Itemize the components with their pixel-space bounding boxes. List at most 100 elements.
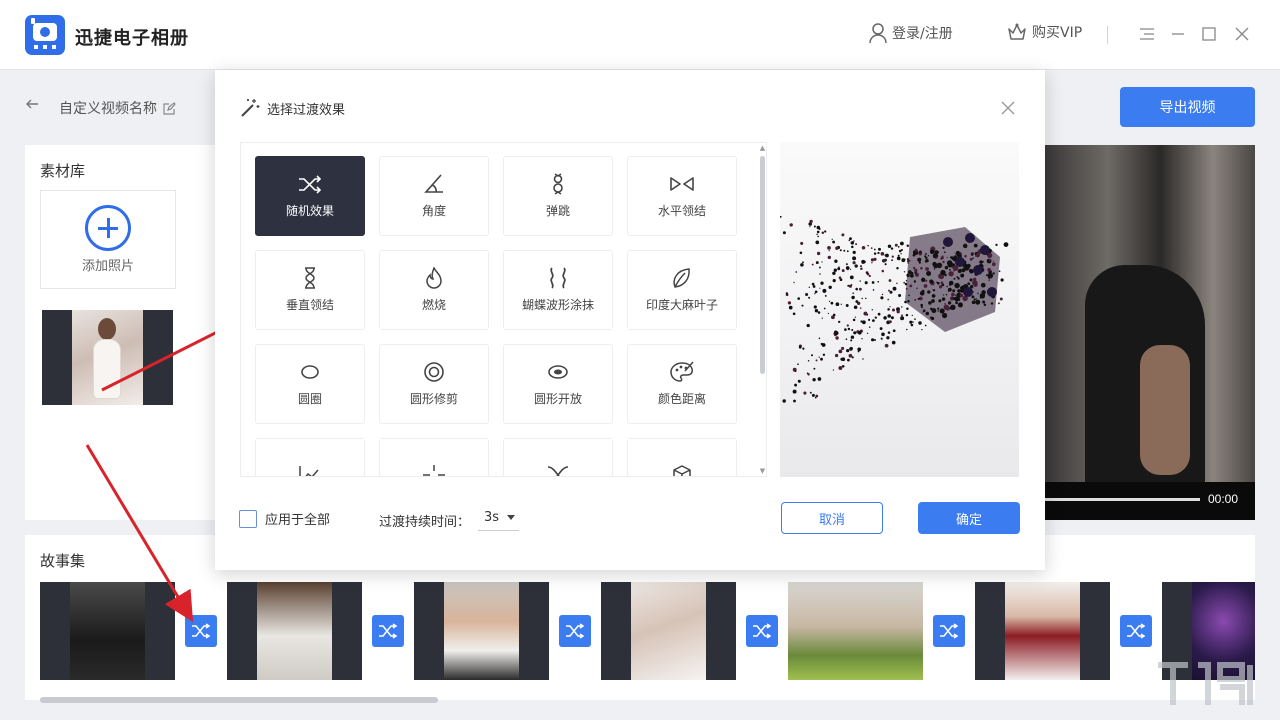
effect-label: 角度 [421,204,446,218]
photo-image [631,582,706,680]
transition-button[interactable] [1120,615,1152,647]
app-logo-icon [25,15,65,55]
effects-scrollbar[interactable]: ▲ ▼ [758,142,767,477]
effect-butterfly-wave[interactable]: 蝴蝶波形涂抹 [503,250,613,330]
photo-image [72,310,143,405]
effect-bowtie-horizontal[interactable]: 水平领结 [627,156,737,236]
back-button[interactable] [24,96,44,116]
shuffle-icon [299,175,322,194]
video-preview: 00:00 [1045,145,1255,520]
bowtie-horizontal-icon [670,177,694,191]
effect-preview [780,142,1019,477]
scroll-up-icon[interactable]: ▲ [759,144,766,152]
shuffle-icon [379,623,398,639]
transition-button[interactable] [559,615,591,647]
angle-icon [424,174,443,193]
effect-label: 颜色距离 [657,392,706,406]
effect-leaf[interactable]: 印度大麻叶子 [627,250,737,330]
effect-line-chart[interactable] [255,438,365,476]
line-chart-icon [299,465,319,476]
duration-select[interactable]: 3s [478,505,519,531]
progress-track[interactable] [1045,498,1200,501]
user-icon [869,23,887,44]
effect-bounce[interactable]: 弹跳 [503,156,613,236]
effect-circle[interactable]: 圆圈 [255,344,365,424]
circle-open-icon [548,365,568,379]
story-clip[interactable] [227,582,362,680]
scrollbar-thumb[interactable] [760,156,765,374]
horizontal-scrollbar[interactable] [0,695,1280,705]
story-clip[interactable] [601,582,736,680]
hourglass-icon [305,267,315,289]
transition-button[interactable] [372,615,404,647]
ellipse-icon [301,365,319,379]
photo-image [1005,582,1080,680]
minimize-button[interactable] [1166,22,1190,46]
edit-icon[interactable] [163,101,176,115]
video-name-field[interactable]: 自定义视频名称 [59,98,176,118]
apply-all-checkbox[interactable]: 应用于全部 [239,509,330,528]
wave-icon [550,267,566,289]
effect-circle-crop[interactable]: 圆形修剪 [379,344,489,424]
effect-circle-open[interactable]: 圆形开放 [503,344,613,424]
scroll-down-icon[interactable]: ▼ [759,467,766,475]
transition-button[interactable] [746,615,778,647]
effect-angle[interactable]: 角度 [379,156,489,236]
effect-burn[interactable]: 燃烧 [379,250,489,330]
story-clip[interactable] [975,582,1110,680]
close-icon [1001,101,1015,115]
checkbox-box[interactable] [239,509,257,528]
photo-image [788,582,923,680]
dialog-title: 选择过渡效果 [267,102,346,118]
cancel-button[interactable]: 取消 [781,502,883,534]
dialog-close-button[interactable] [998,98,1018,118]
effect-label: 圆圈 [297,392,322,406]
library-thumbnail[interactable] [42,310,173,405]
maximize-icon [1202,27,1216,41]
effect-label: 垂直领结 [285,298,334,312]
duration-value: 3s [484,510,500,525]
effect-label: 随机效果 [285,204,334,218]
shuffle-icon [566,623,585,639]
add-photo-button[interactable]: 添加照片 [40,190,176,289]
preview-arm [1140,345,1190,475]
menu-icon [1140,28,1154,40]
effect-label: 圆形开放 [533,392,582,406]
photo-image [70,582,145,680]
effect-cross-curve[interactable] [503,438,613,476]
shuffle-icon [753,623,772,639]
title-separator [1107,26,1108,44]
story-clip[interactable] [40,582,175,680]
close-window-button[interactable] [1230,22,1254,46]
confirm-button[interactable]: 确定 [918,502,1020,534]
export-video-button[interactable]: 导出视频 [1120,87,1255,127]
buy-vip-button[interactable]: 购买VIP [1006,22,1082,42]
circle-crop-icon [424,362,444,382]
chevron-down-icon [507,514,515,520]
effect-cube[interactable] [627,438,737,476]
photo-image [257,582,332,680]
transition-button[interactable] [185,615,217,647]
effect-bowtie-vertical[interactable]: 垂直领结 [255,250,365,330]
transition-button[interactable] [933,615,965,647]
effect-label: 弹跳 [545,204,570,218]
story-clip[interactable] [788,582,923,680]
leaf-icon [673,268,690,288]
back-arrow-icon [26,99,38,109]
plus-circle-icon [85,205,131,251]
effect-random[interactable]: 随机效果 [255,156,365,236]
close-icon [1235,27,1249,41]
story-clip[interactable] [414,582,549,680]
scrollbar-thumb[interactable] [40,697,438,703]
apply-all-label: 应用于全部 [265,513,331,528]
crown-icon [1008,23,1026,40]
effect-crosshair[interactable] [379,438,489,476]
menu-button[interactable] [1135,22,1159,46]
effect-color-distance[interactable]: 颜色距离 [627,344,737,424]
library-title: 素材库 [40,162,86,180]
maximize-button[interactable] [1197,22,1221,46]
story-title: 故事集 [40,552,86,570]
effect-label: 水平领结 [657,204,706,218]
add-photo-label: 添加照片 [81,259,134,274]
login-button[interactable]: 登录/注册 [868,22,953,44]
